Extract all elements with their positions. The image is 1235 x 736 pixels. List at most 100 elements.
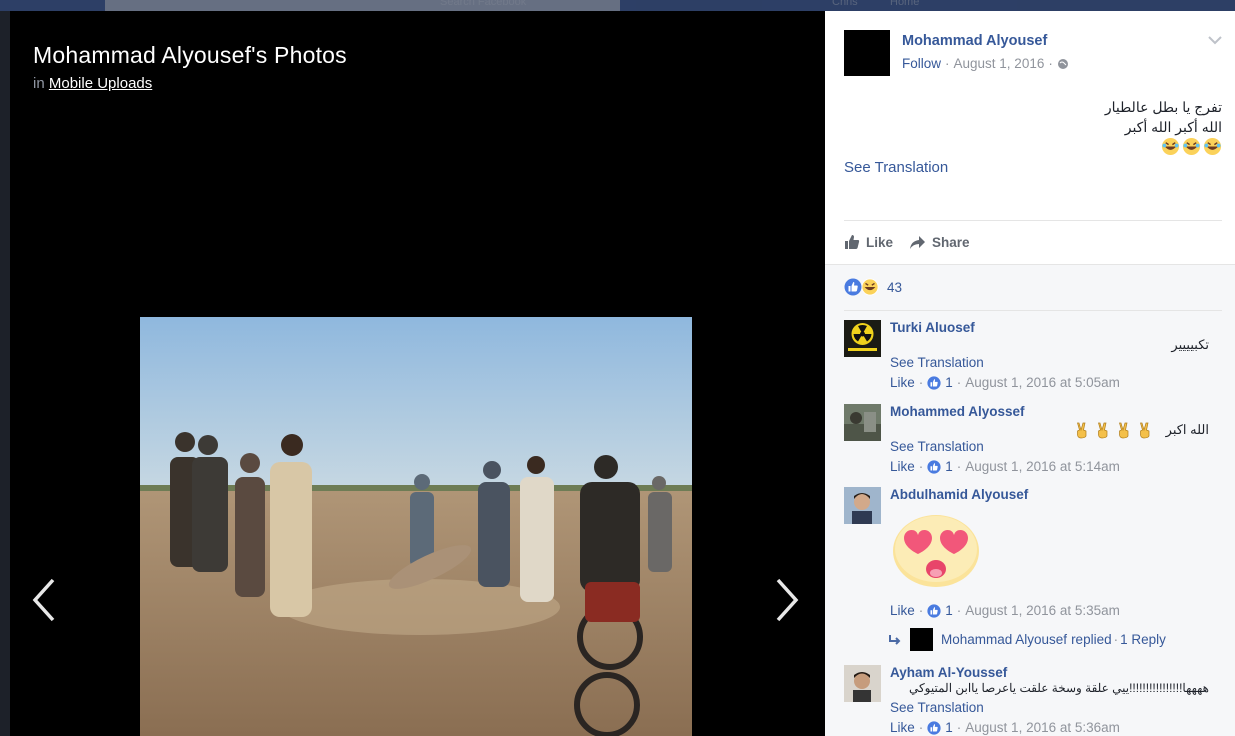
heart-eyes-sticker-icon (893, 515, 979, 587)
like-reaction-icon (844, 278, 862, 296)
author-avatar[interactable] (844, 30, 890, 76)
comment-reaction-count[interactable]: 1 (945, 720, 953, 735)
comment-text: هههها!!!!!!!!!!!!!!!!ييي علقة وسخة علقت … (908, 681, 1209, 695)
comment-reaction-count[interactable]: 1 (945, 375, 953, 390)
meta-dot: · (956, 459, 962, 474)
globe-icon (1057, 58, 1068, 69)
comment-item: Turki Aluosef تكبيييير See Translation L… (844, 320, 1222, 400)
photo-avatar-icon (844, 404, 881, 441)
comment-text: الله اكبر (1165, 422, 1209, 437)
reply-count: 1 Reply (1120, 632, 1166, 647)
meta-dot: · (1113, 632, 1119, 647)
reaction-count: 43 (887, 279, 903, 295)
meta-dot: · (956, 720, 962, 735)
laughing-emoji-icon (1161, 137, 1180, 156)
post-date[interactable]: August 1, 2016 (954, 56, 1045, 71)
view-replies-link[interactable]: Mohammad Alyousef replied · 1 Reply (888, 628, 1166, 651)
comment-time[interactable]: August 1, 2016 at 5:36am (965, 720, 1120, 735)
commenter-name[interactable]: Abdulhamid Alyousef (890, 487, 1028, 502)
see-translation-link[interactable]: See Translation (844, 159, 948, 176)
like-button[interactable]: Like (844, 234, 893, 250)
laughing-emoji-icon (1182, 137, 1201, 156)
laughing-emoji-icon (1203, 137, 1222, 156)
topbar-home-link[interactable]: Home (890, 0, 919, 8)
victory-hand-emoji-icon (1118, 422, 1128, 439)
reply-author-avatar (910, 628, 933, 651)
victory-hand-emoji-icon (1076, 422, 1086, 439)
meta-dot: · (918, 375, 924, 390)
reply-author: Mohammad Alyousef (941, 632, 1068, 647)
comment-reaction-count[interactable]: 1 (945, 459, 953, 474)
commenter-name[interactable]: Mohammed Alyossef (890, 404, 1025, 419)
divider (844, 220, 1222, 221)
album-link[interactable]: Mobile Uploads (49, 75, 152, 92)
meta-dot: · (956, 603, 962, 618)
photo-avatar-icon (844, 487, 881, 524)
meta-dot: · (918, 720, 924, 735)
commenter-avatar[interactable] (844, 665, 881, 702)
post-actions: Like Share (844, 234, 970, 250)
comment-text: تكبيييير (1171, 337, 1209, 352)
comment-item: Abdulhamid Alyousef Like · 1 · August 1,… (844, 487, 1222, 652)
comment-item: Ayham Al-Youssef هههها!!!!!!!!!!!!!!!!يي… (844, 665, 1222, 736)
like-reaction-icon (927, 603, 941, 618)
thumbs-up-icon (845, 235, 860, 249)
see-translation-link[interactable]: See Translation (890, 700, 984, 715)
meta-dot: · (945, 56, 950, 71)
commenter-name[interactable]: Turki Aluosef (890, 320, 975, 335)
chevron-down-icon[interactable] (1207, 34, 1223, 46)
like-reaction-icon (927, 720, 941, 735)
photos-title: Mohammad Alyousef's Photos (33, 42, 347, 68)
main-photo[interactable] (140, 317, 692, 736)
like-label: Like (866, 234, 894, 250)
search-bar[interactable] (105, 0, 620, 11)
haha-reaction-icon (861, 278, 879, 296)
post-text-line1: تفرج يا بطل عالطيار (1104, 99, 1222, 115)
photo-image (140, 317, 692, 736)
comment-text-row: الله اكبر (1073, 421, 1209, 439)
share-label: Share (932, 234, 970, 250)
commenter-avatar[interactable] (844, 487, 881, 524)
previous-photo-arrow-icon[interactable] (29, 576, 59, 624)
topbar-user-name[interactable]: Chris (832, 0, 858, 8)
radiation-avatar-icon (844, 320, 881, 357)
comment-footer: Like · 1 · August 1, 2016 at 5:05am (890, 375, 1120, 390)
comment-time[interactable]: August 1, 2016 at 5:14am (965, 459, 1120, 474)
meta-dot: · (918, 459, 924, 474)
next-photo-arrow-icon[interactable] (772, 576, 802, 624)
in-prefix: in (33, 75, 45, 92)
comment-time[interactable]: August 1, 2016 at 5:35am (965, 603, 1120, 618)
commenter-name[interactable]: Ayham Al-Youssef (890, 665, 1007, 680)
post-author-name[interactable]: Mohammad Alyousef (902, 33, 1047, 49)
post-header: Mohammad Alyousef Follow · August 1, 201… (844, 30, 1223, 80)
reactions-summary[interactable]: 43 (844, 278, 902, 296)
comment-like-link[interactable]: Like (890, 720, 915, 735)
comment-like-link[interactable]: Like (890, 603, 915, 618)
comment-like-link[interactable]: Like (890, 459, 915, 474)
post-text-line2: الله أكبر الله أكبر (1124, 119, 1222, 135)
meta-dot: · (918, 603, 924, 618)
comment-time[interactable]: August 1, 2016 at 5:05am (965, 375, 1120, 390)
commenter-avatar[interactable] (844, 404, 881, 441)
comment-footer: Like · 1 · August 1, 2016 at 5:35am (890, 603, 1120, 618)
share-button[interactable]: Share (909, 234, 970, 250)
post-panel: Mohammad Alyousef Follow · August 1, 201… (825, 11, 1235, 736)
comment-reaction-count[interactable]: 1 (945, 603, 953, 618)
search-placeholder: Search Facebook (440, 0, 527, 8)
victory-hand-emoji-icon (1097, 422, 1107, 439)
reply-verb: replied (1071, 632, 1112, 647)
meta-dot: · (956, 375, 962, 390)
share-arrow-icon (910, 235, 926, 249)
post-body: تفرج يا بطل عالطيار الله أكبر الله أكبر (1105, 97, 1222, 156)
reply-arrow-icon (889, 634, 901, 645)
comments-section: 43 Turki Aluosef تكبيييير See Translatio… (825, 264, 1235, 736)
comment-like-link[interactable]: Like (890, 375, 915, 390)
laughing-emoji-row (1105, 137, 1222, 156)
meta-dot: · (1048, 56, 1053, 71)
facebook-topbar: Search Facebook Chris Home (0, 0, 1235, 11)
like-reaction-icon (927, 375, 941, 390)
see-translation-link[interactable]: See Translation (890, 355, 984, 370)
see-translation-link[interactable]: See Translation (890, 439, 984, 454)
follow-link[interactable]: Follow (902, 56, 941, 71)
commenter-avatar[interactable] (844, 320, 881, 357)
